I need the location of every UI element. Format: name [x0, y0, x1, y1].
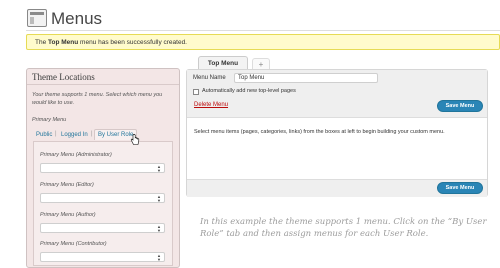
tab-public[interactable]: Public — [34, 131, 54, 139]
theme-locations-description: Your theme supports 1 menu. Select which… — [32, 92, 163, 106]
panel-divider — [27, 84, 179, 85]
user-role-box — [33, 141, 173, 266]
tab-separator: | — [91, 131, 93, 137]
delete-menu-link[interactable]: Delete Menu — [194, 102, 228, 108]
menus-icon — [27, 9, 47, 27]
role-label-editor: Primary Menu (Editor) — [40, 182, 94, 188]
hand-cursor-icon — [130, 134, 140, 145]
auto-add-label: Automatically add new top-level pages — [202, 88, 296, 94]
save-menu-button-top[interactable]: Save Menu — [437, 100, 483, 112]
success-notice: The Top Menu menu has been successfully … — [26, 34, 500, 50]
auto-add-checkbox[interactable] — [193, 89, 199, 95]
role-select-editor[interactable]: ▲ ▼ — [40, 193, 165, 203]
primary-menu-label: Primary Menu — [32, 117, 67, 123]
menu-name-input[interactable]: Top Menu — [234, 73, 378, 83]
header-divider — [26, 30, 500, 31]
notice-prefix: The — [35, 39, 49, 46]
select-arrows-icon: ▲ ▼ — [157, 253, 161, 262]
select-arrows-icon: ▲ ▼ — [157, 224, 161, 233]
role-select-administrator[interactable]: ▲ ▼ — [40, 163, 165, 173]
tab-top-menu[interactable]: Top Menu — [198, 56, 248, 70]
menu-name-label: Menu Name — [193, 75, 226, 81]
page-title: Menus — [51, 9, 103, 28]
notice-menu-name: Top Menu — [48, 39, 79, 46]
notice-suffix: menu has been successfully created. — [78, 39, 187, 46]
theme-locations-title: Theme Locations — [32, 72, 95, 82]
save-menu-button-bottom[interactable]: Save Menu — [437, 182, 483, 194]
tab-separator: | — [55, 131, 57, 137]
role-label-author: Primary Menu (Author) — [40, 212, 96, 218]
role-select-author[interactable]: ▲ ▼ — [40, 223, 165, 233]
role-select-contributor[interactable]: ▲ ▼ — [40, 252, 165, 262]
menu-instructions: Select menu items (pages, categories, li… — [194, 129, 445, 135]
tab-logged-in[interactable]: Logged In — [59, 131, 90, 139]
role-label-contributor: Primary Menu (Contributor) — [40, 241, 107, 247]
tutorial-caption: In this example the theme supports 1 men… — [200, 217, 487, 239]
role-label-administrator: Primary Menu (Administrator) — [40, 152, 112, 158]
select-arrows-icon: ▲ ▼ — [157, 164, 161, 173]
select-arrows-icon: ▲ ▼ — [157, 194, 161, 203]
